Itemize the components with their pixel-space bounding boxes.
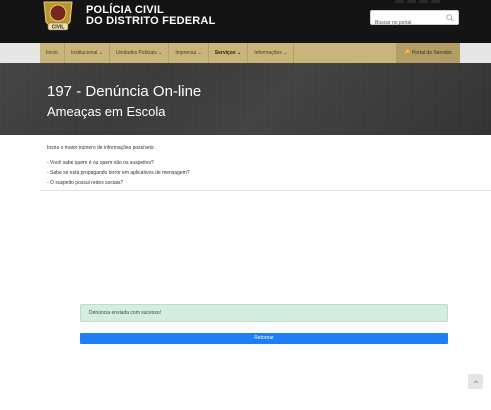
site-header: CIVIL POLÍCIA CIVIL DO DISTRITO FEDERAL bbox=[0, 0, 491, 43]
key-icon: 🔑 bbox=[404, 50, 411, 56]
success-alert: Denúncia enviada com sucesso! bbox=[80, 304, 448, 322]
instructions: Insira o maior número de informações pos… bbox=[47, 145, 467, 190]
question-item: - Você sabe quem é ou quem são os suspei… bbox=[47, 160, 154, 166]
nav-item-imprensa[interactable]: Imprensa ⌄ bbox=[169, 43, 209, 63]
top-utility-bar bbox=[395, 0, 440, 3]
question-item: - O suspeito possui redes sociais? bbox=[47, 180, 124, 186]
instructions-intro: Insira o maior número de informações pos… bbox=[47, 145, 155, 151]
search-input[interactable] bbox=[371, 16, 441, 30]
page-subtitle: Ameaças em Escola bbox=[47, 104, 166, 119]
brand-line-2: DO DISTRITO FEDERAL bbox=[86, 15, 216, 27]
return-button[interactable]: Retornar bbox=[80, 333, 448, 344]
utility-item[interactable] bbox=[395, 0, 404, 3]
site-brand[interactable]: POLÍCIA CIVIL DO DISTRITO FEDERAL bbox=[86, 5, 216, 27]
portal-servidor-link[interactable]: 🔑 Portal do Servidor bbox=[396, 43, 460, 63]
search-box bbox=[370, 10, 459, 30]
badge-text: CIVIL bbox=[52, 25, 65, 31]
search-icon[interactable] bbox=[446, 14, 454, 22]
police-badge-logo[interactable]: CIVIL bbox=[40, 0, 76, 36]
page: CIVIL POLÍCIA CIVIL DO DISTRITO FEDERAL … bbox=[0, 0, 491, 410]
nav-bar: Início Institucional ⌄ Unidades Policiai… bbox=[40, 43, 460, 63]
utility-item[interactable] bbox=[419, 0, 428, 3]
utility-item[interactable] bbox=[431, 0, 440, 3]
main-nav: Início Institucional ⌄ Unidades Policiai… bbox=[0, 43, 491, 63]
page-banner: 197 - Denúncia On-line Ameaças em Escola bbox=[0, 63, 491, 135]
question-list: - Você sabe quem é ou quem são os suspei… bbox=[47, 160, 467, 186]
question-item: - Sabe se está propagando terror em apli… bbox=[47, 170, 190, 176]
nav-item-institucional[interactable]: Institucional ⌄ bbox=[65, 43, 110, 63]
chevron-up-icon bbox=[473, 379, 478, 383]
nav-item-unidades-policiais[interactable]: Unidades Policiais ⌄ bbox=[110, 43, 170, 63]
nav-item-inicio[interactable]: Início bbox=[40, 43, 65, 63]
portal-servidor-label: Portal do Servidor bbox=[411, 50, 452, 56]
nav-item-servicos[interactable]: Serviços ⌄ bbox=[209, 43, 249, 63]
scroll-to-top-button[interactable] bbox=[468, 374, 483, 389]
page-title: 197 - Denúncia On-line bbox=[47, 83, 202, 100]
section-divider bbox=[40, 190, 491, 191]
nav-item-informacoes[interactable]: Informações ⌄ bbox=[248, 43, 295, 63]
utility-item[interactable] bbox=[407, 0, 416, 3]
